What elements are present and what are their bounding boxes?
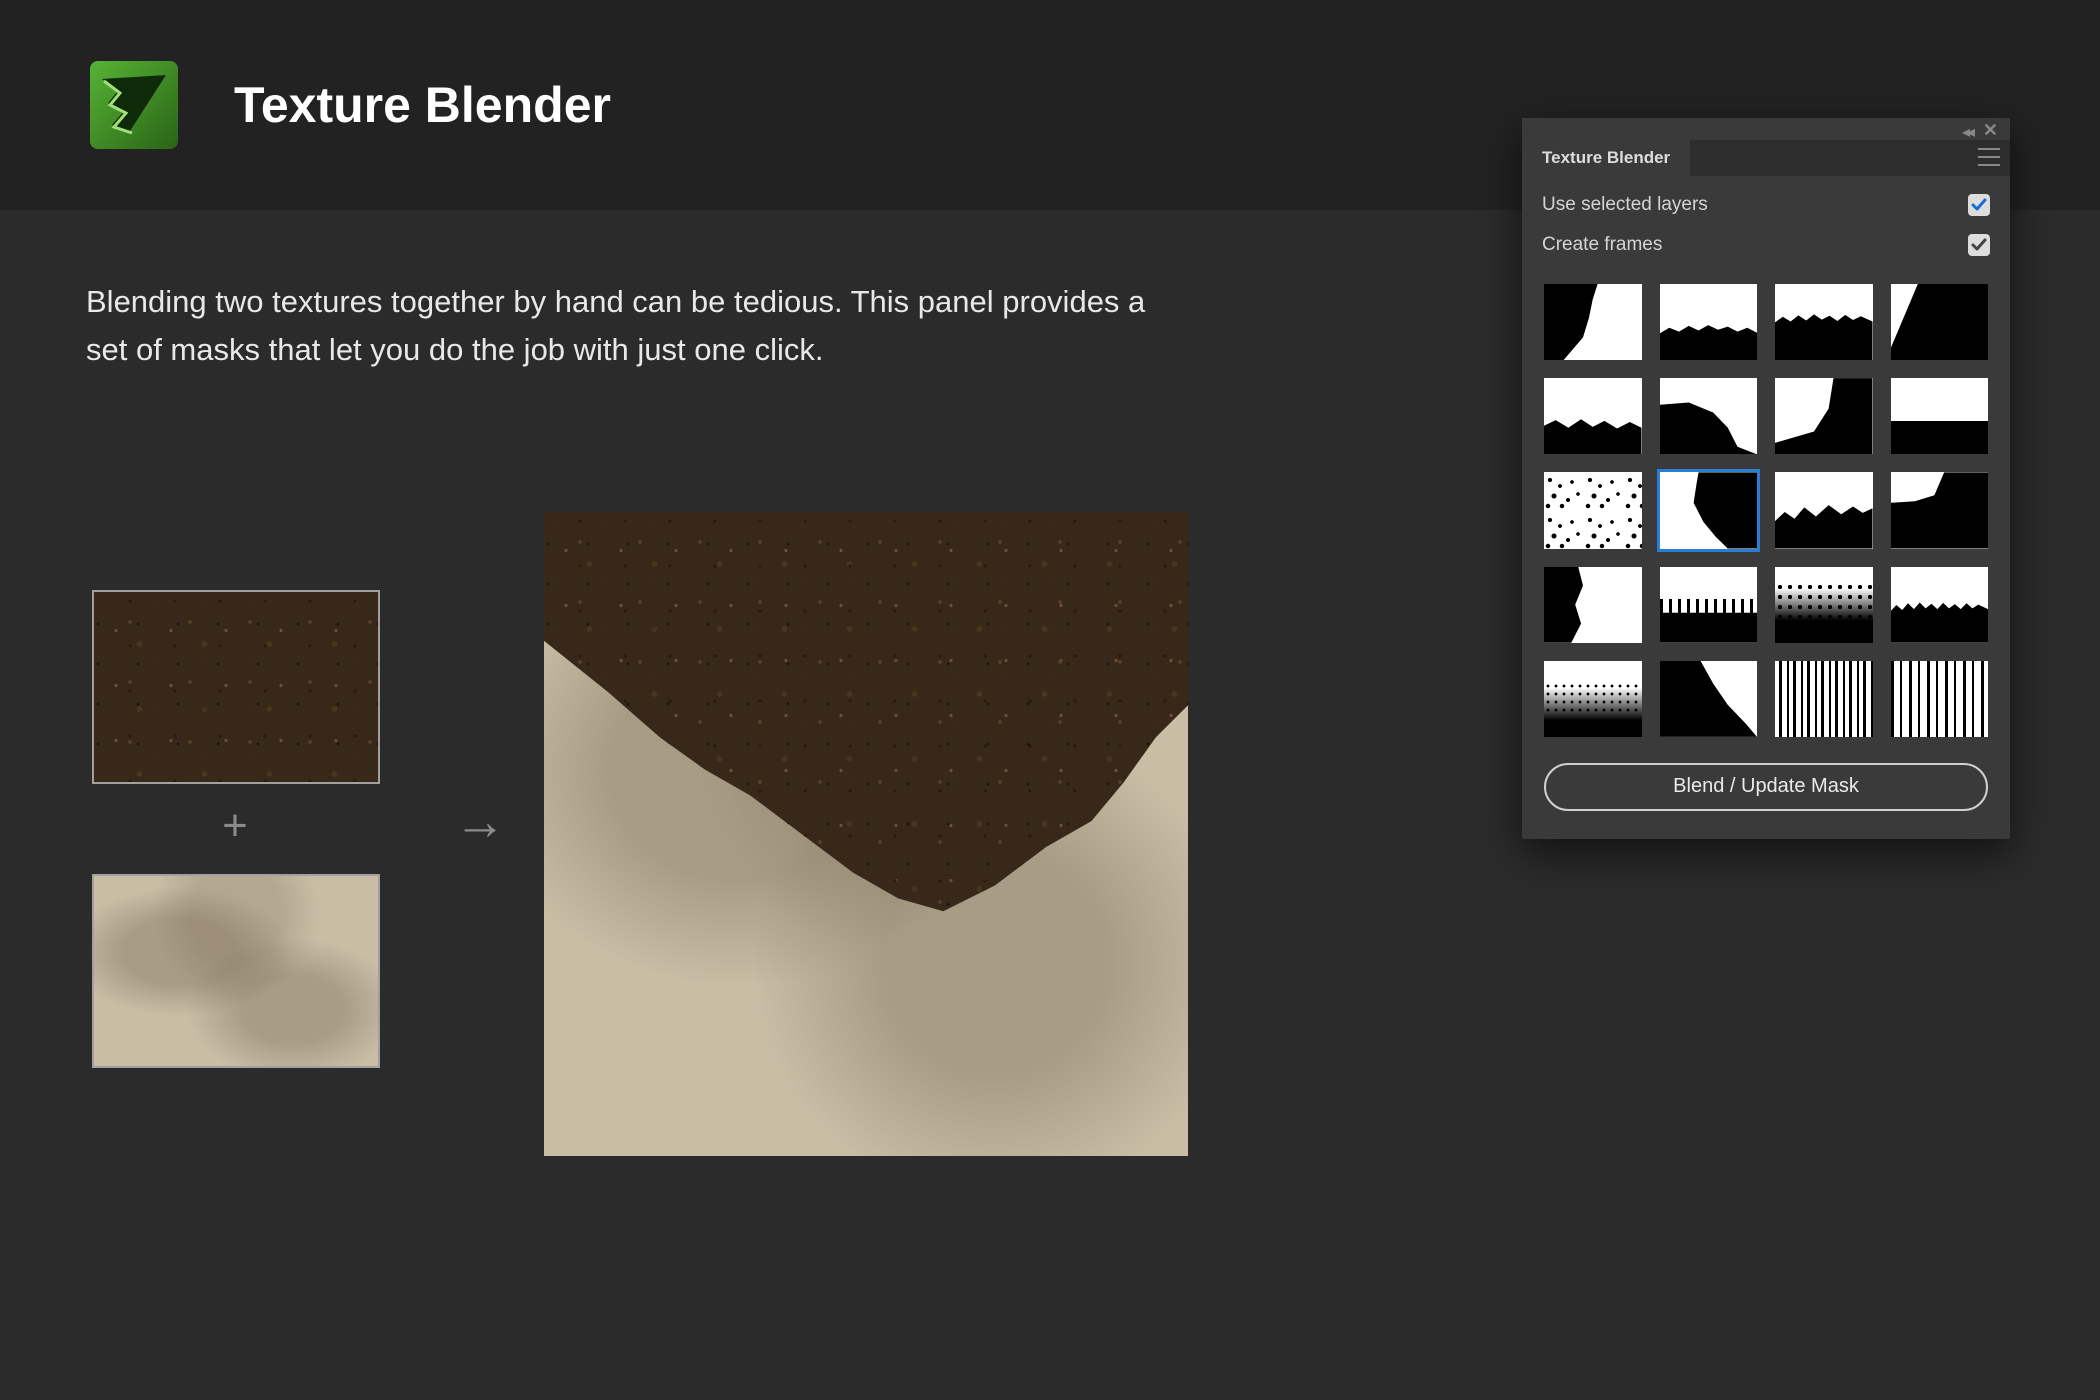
blend-update-mask-button[interactable]: Blend / Update Mask	[1544, 763, 1988, 811]
tab-texture-blender[interactable]: Texture Blender	[1522, 140, 1691, 176]
mask-thumbnail[interactable]	[1891, 661, 1989, 737]
option-label: Create frames	[1542, 234, 1662, 256]
mask-thumbnail[interactable]	[1775, 661, 1873, 737]
mask-thumbnail[interactable]	[1775, 284, 1873, 360]
app-logo-icon	[90, 61, 178, 149]
mask-thumbnail[interactable]	[1775, 378, 1873, 454]
mask-thumbnail[interactable]	[1891, 472, 1989, 548]
tab-label: Texture Blender	[1542, 148, 1670, 168]
mask-thumbnail[interactable]	[1544, 472, 1642, 548]
input-texture-a	[92, 590, 380, 784]
mask-thumbnail[interactable]	[1544, 567, 1642, 643]
mask-thumbnail[interactable]	[1544, 284, 1642, 360]
result-preview	[544, 512, 1188, 1156]
panel-menu-icon[interactable]	[1978, 148, 2000, 166]
panel-collapse-icon[interactable]: ◂◂	[1962, 122, 1972, 142]
description-text: Blending two textures together by hand c…	[86, 278, 1186, 374]
mask-thumbnail[interactable]	[1891, 567, 1989, 643]
mask-thumbnail[interactable]	[1891, 378, 1989, 454]
app-title: Texture Blender	[234, 76, 611, 134]
panel-titlebar: ◂◂ ✕	[1522, 118, 2010, 140]
mask-thumbnail[interactable]	[1660, 567, 1758, 643]
checkbox-use-selected-layers[interactable]	[1968, 194, 1990, 216]
texture-blender-panel: ◂◂ ✕ Texture Blender Use selected layers…	[1522, 118, 2010, 839]
mask-thumbnail[interactable]	[1891, 284, 1989, 360]
mask-thumbnail-selected[interactable]	[1660, 472, 1758, 548]
input-texture-b	[92, 874, 380, 1068]
input-textures: +	[92, 590, 378, 1068]
mask-thumbnail[interactable]	[1660, 378, 1758, 454]
mask-thumbnail[interactable]	[1544, 661, 1642, 737]
arrow-right-icon: →	[454, 792, 506, 852]
mask-thumbnail[interactable]	[1544, 378, 1642, 454]
mask-thumbnail[interactable]	[1660, 661, 1758, 737]
option-label: Use selected layers	[1542, 194, 1708, 216]
mask-thumbnail[interactable]	[1660, 284, 1758, 360]
plus-icon: +	[92, 804, 378, 848]
option-use-selected-layers: Use selected layers	[1542, 194, 1990, 216]
panel-options: Use selected layers Create frames	[1522, 176, 2010, 282]
panel-tabbar: Texture Blender	[1522, 140, 2010, 176]
mask-thumbnail[interactable]	[1775, 567, 1873, 643]
panel-close-icon[interactable]: ✕	[1983, 120, 1998, 141]
checkbox-create-frames[interactable]	[1968, 234, 1990, 256]
mask-thumbnail[interactable]	[1775, 472, 1873, 548]
option-create-frames: Create frames	[1542, 234, 1990, 256]
mask-grid	[1522, 282, 2010, 759]
